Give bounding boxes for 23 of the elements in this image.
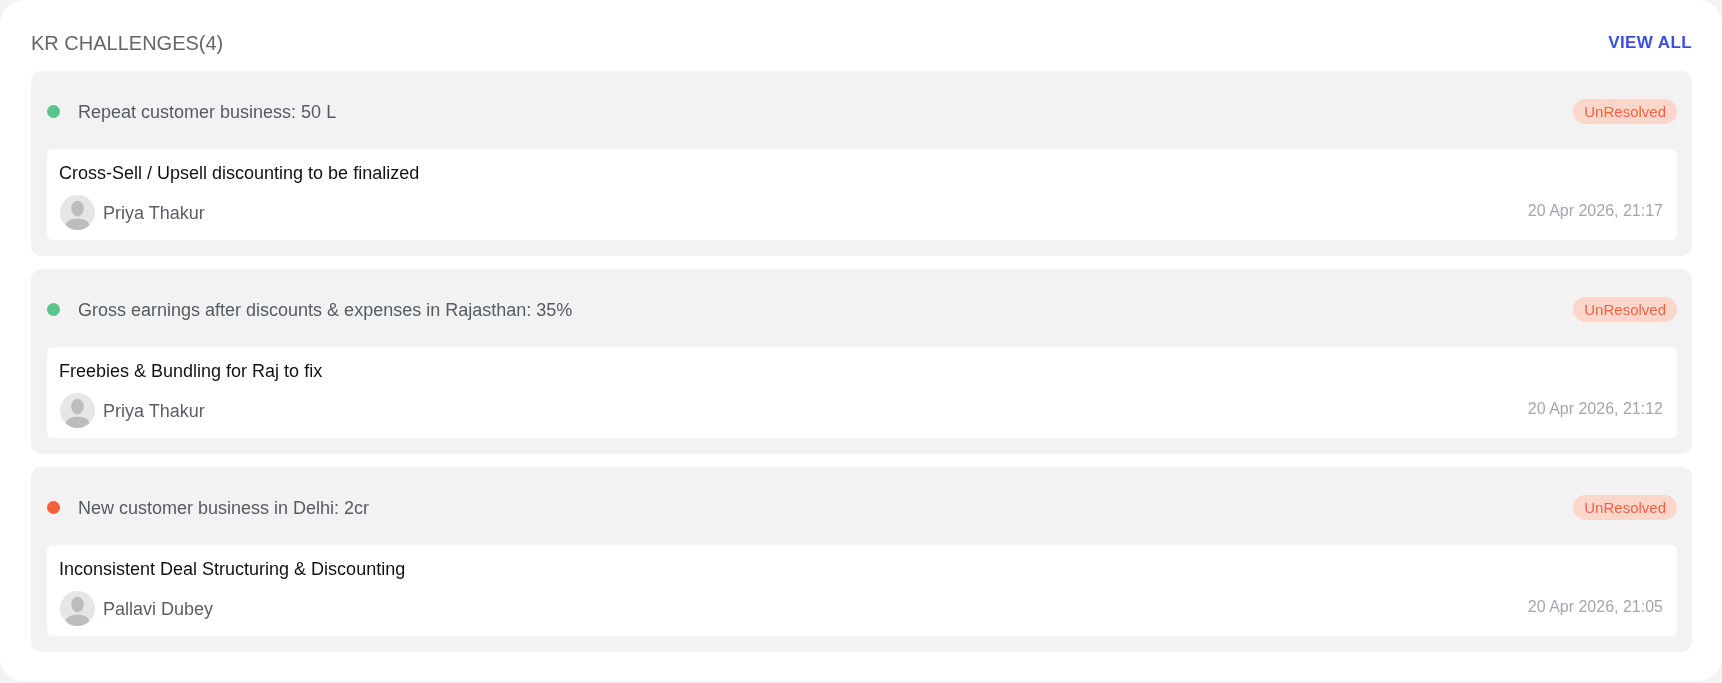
view-all-link[interactable]: VIEW ALL bbox=[1608, 33, 1692, 53]
key-result-text: Gross earnings after discounts & expenses in Rajasthan: 35% bbox=[78, 298, 573, 321]
status-badge: UnResolved bbox=[1573, 99, 1677, 124]
timestamp: 20 Apr 2026, 21:12 bbox=[1527, 398, 1663, 419]
key-result-text: Repeat customer business: 50 L bbox=[78, 100, 337, 123]
challenge-card[interactable]: Inconsistent Deal Structuring & Discounting Pallavi Dubey 20 Apr 2026, 21:05 bbox=[47, 545, 1677, 636]
key-result-text: New customer business in Delhi: 2cr bbox=[78, 496, 370, 519]
owner-name: Priya Thakur bbox=[103, 399, 205, 422]
person-silhouette-icon bbox=[60, 591, 95, 626]
status-badge: UnResolved bbox=[1573, 297, 1677, 322]
challenge-title: Inconsistent Deal Structuring & Discounting bbox=[59, 558, 406, 580]
owner-name: Priya Thakur bbox=[103, 201, 205, 224]
owner-name: Pallavi Dubey bbox=[103, 597, 214, 620]
status-badge: UnResolved bbox=[1573, 495, 1677, 520]
challenge-title: Freebies & Bundling for Raj to fix bbox=[59, 360, 323, 382]
challenge-card[interactable]: Cross-Sell / Upsell discounting to be finalized Priya Thakur 20 Apr 2026, 21:17 bbox=[47, 149, 1677, 240]
timestamp: 20 Apr 2026, 21:17 bbox=[1527, 200, 1663, 221]
person-silhouette-icon bbox=[60, 393, 95, 428]
challenge-title: Cross-Sell / Upsell discounting to be finalized bbox=[59, 162, 420, 184]
person-silhouette-icon bbox=[60, 195, 95, 230]
section-title: KR CHALLENGES(4) bbox=[31, 31, 224, 55]
timestamp: 20 Apr 2026, 21:05 bbox=[1527, 596, 1663, 617]
challenge-card[interactable]: Freebies & Bundling for Raj to fix Priya Thakur 20 Apr 2026, 21:12 bbox=[47, 347, 1677, 438]
